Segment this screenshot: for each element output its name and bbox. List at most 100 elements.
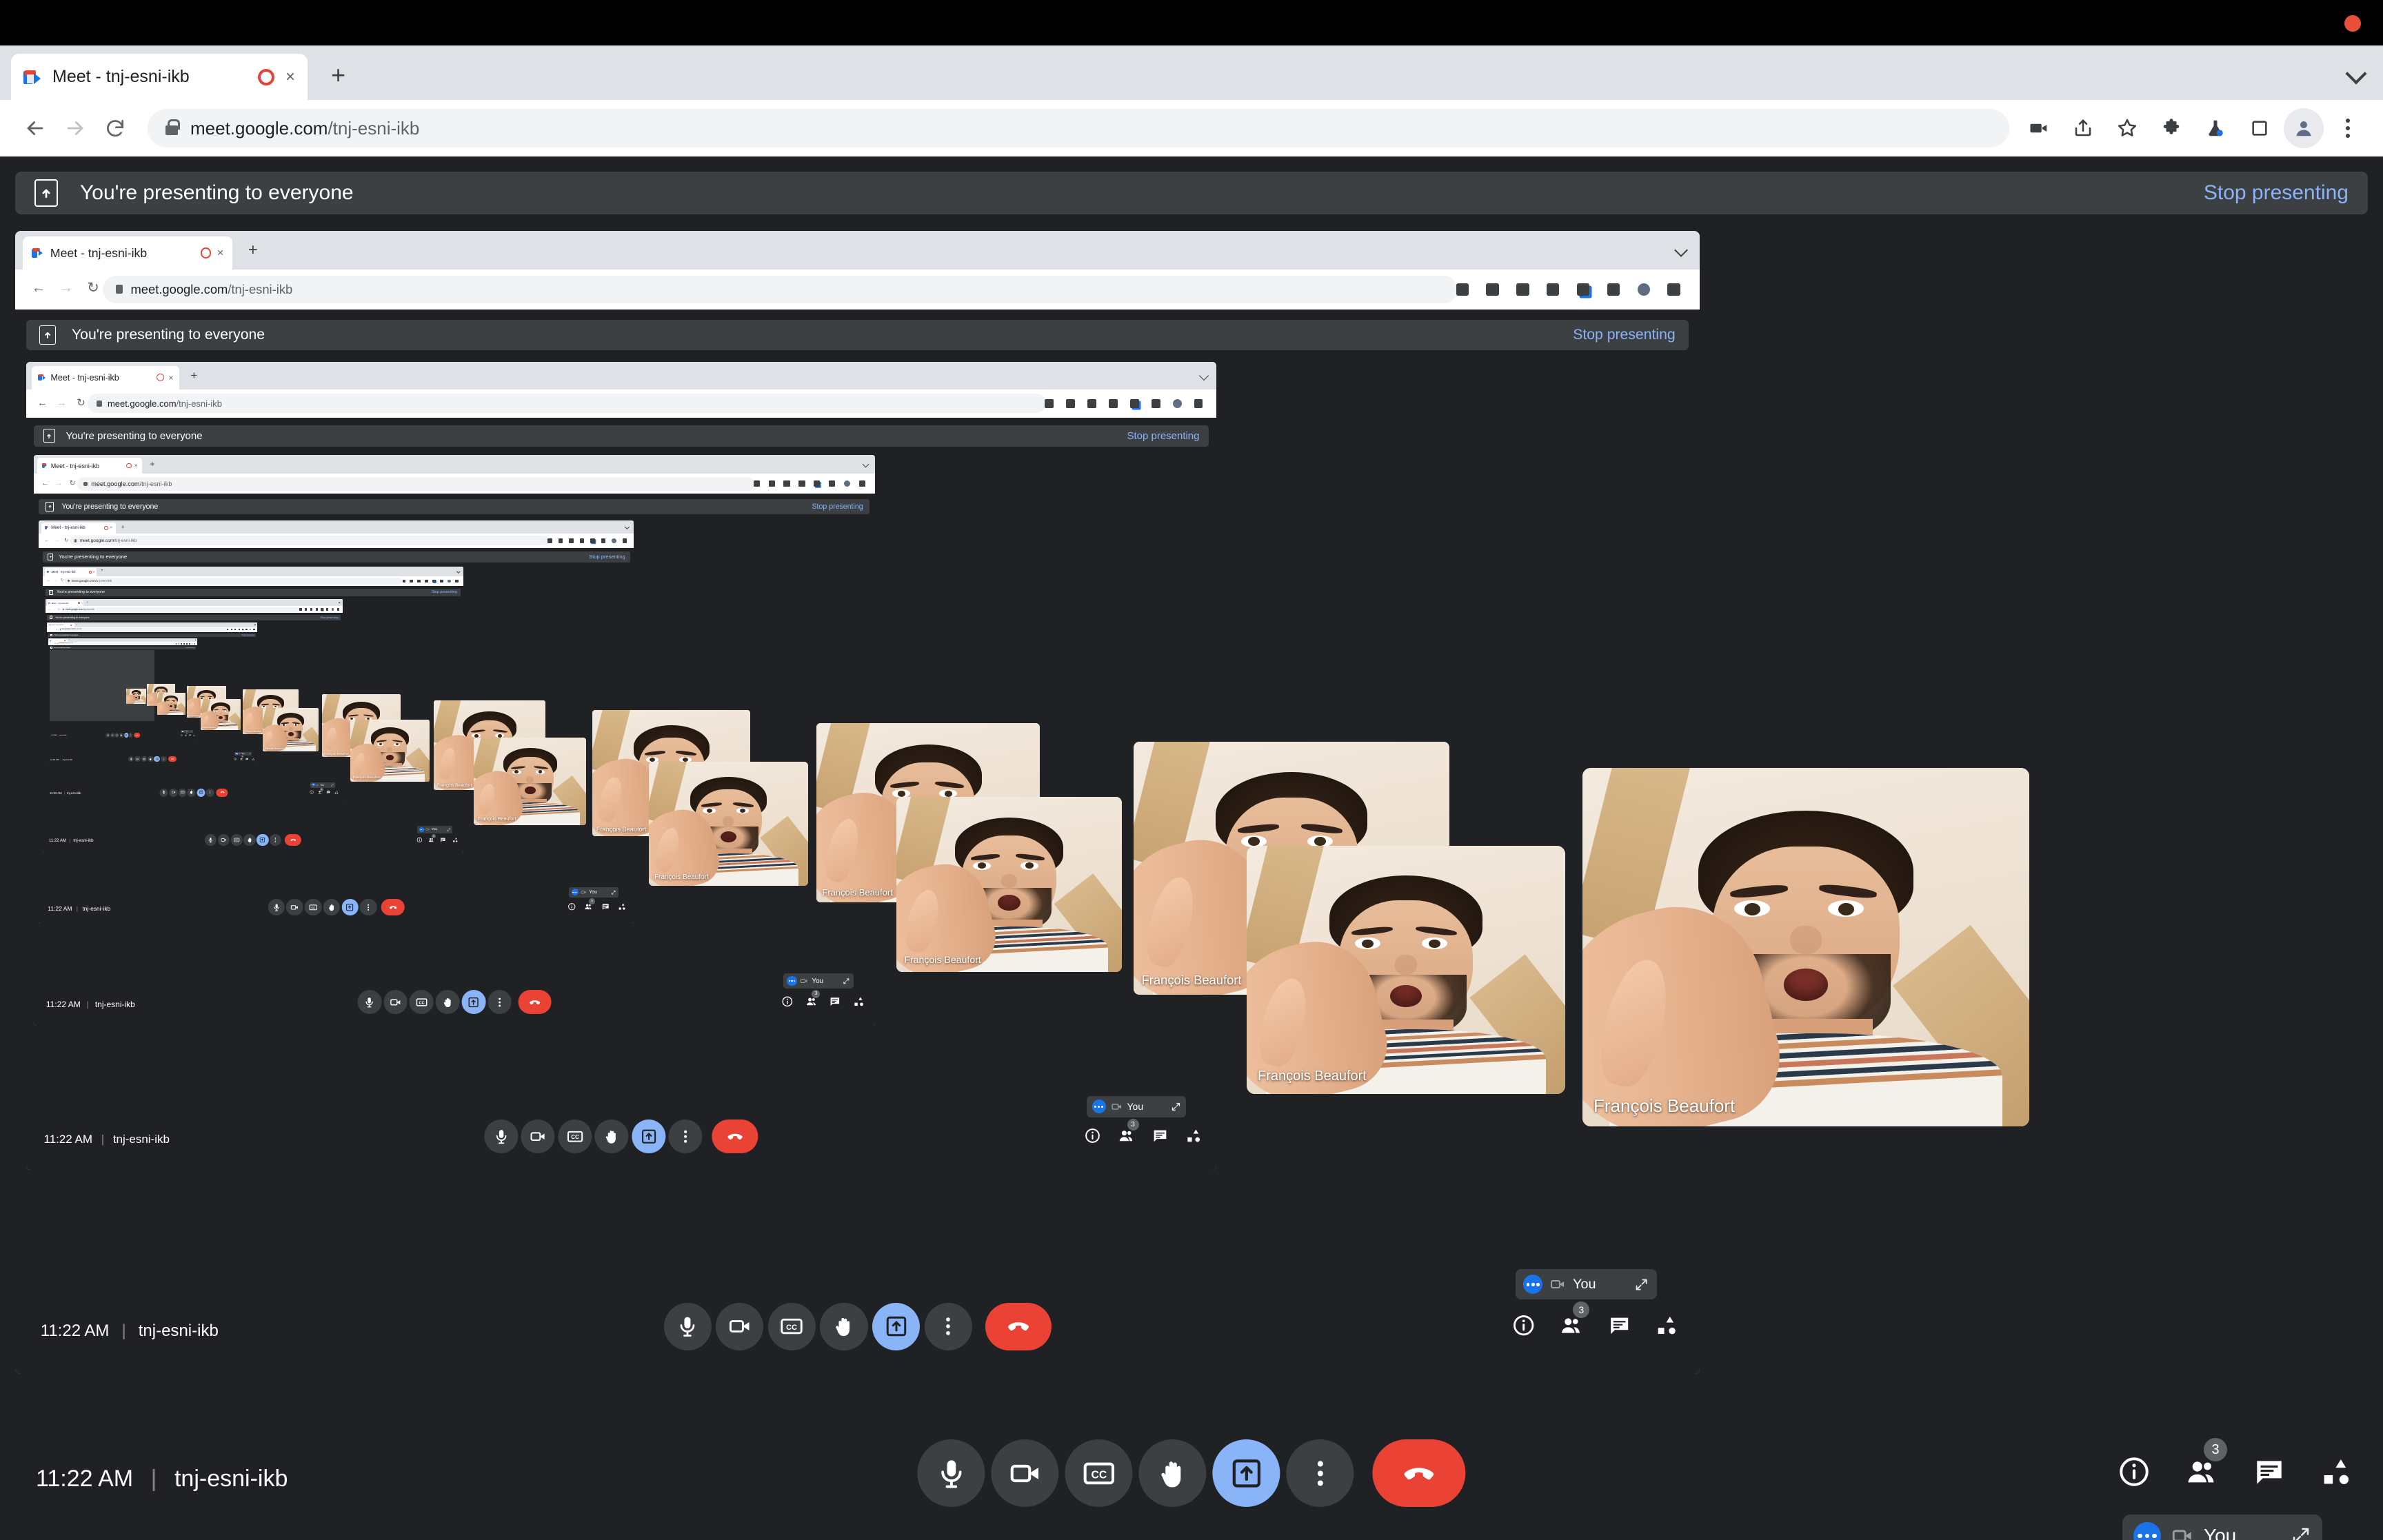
meeting-details-button[interactable] <box>2113 1450 2155 1493</box>
more-options-dots-icon[interactable] <box>787 976 797 986</box>
chevron-down-icon[interactable] <box>456 569 461 574</box>
meeting-details-button[interactable] <box>1509 1310 1539 1341</box>
profile-avatar-icon[interactable] <box>1637 283 1650 296</box>
extensions-puzzle-icon[interactable] <box>1108 398 1118 408</box>
close-icon[interactable]: × <box>93 570 94 574</box>
chevron-down-icon[interactable] <box>1198 371 1209 381</box>
back-arrow-icon[interactable]: ← <box>50 643 51 645</box>
microphone-button[interactable] <box>128 756 134 762</box>
forward-arrow-icon[interactable]: → <box>56 397 68 409</box>
expand-arrows-icon[interactable] <box>843 977 850 985</box>
browser-tab[interactable]: Meet - tnj-esni-ikb × <box>31 366 180 389</box>
back-arrow-icon[interactable]: ← <box>30 280 47 297</box>
camera-button[interactable] <box>286 898 303 916</box>
chat-button[interactable] <box>1605 1310 1635 1341</box>
experiments-flask-icon[interactable] <box>2195 108 2235 148</box>
side-panel-icon[interactable] <box>1607 283 1620 296</box>
chrome-menu-kebab-icon[interactable] <box>455 579 459 583</box>
captions-button[interactable]: CC <box>410 990 434 1015</box>
bookmark-star-icon[interactable] <box>783 480 790 487</box>
more-options-button[interactable] <box>270 833 282 847</box>
present-now-button[interactable] <box>1212 1439 1280 1507</box>
close-icon[interactable]: × <box>66 640 67 641</box>
tab-recording-icon[interactable] <box>257 68 274 85</box>
new-tab-button[interactable]: + <box>150 460 154 468</box>
leave-call-button[interactable] <box>381 898 405 916</box>
side-panel-icon[interactable] <box>440 579 443 583</box>
microphone-button[interactable] <box>357 990 382 1015</box>
activities-button[interactable] <box>852 994 867 1009</box>
chrome-menu-kebab-icon[interactable] <box>1667 283 1680 296</box>
screen-share-camera-icon[interactable] <box>175 643 177 645</box>
screen-share-camera-icon[interactable] <box>1044 398 1054 408</box>
chrome-menu-kebab-icon[interactable] <box>336 608 339 611</box>
browser-tab[interactable]: Meet - tnj-esni-ikb × <box>37 457 143 474</box>
forward-arrow-icon[interactable]: → <box>52 629 54 631</box>
raise-hand-button[interactable] <box>594 1119 629 1154</box>
stop-presenting-button[interactable]: Stop presenting <box>1127 430 1200 442</box>
stop-presenting-button[interactable]: Stop presenting <box>1573 327 1675 343</box>
expand-arrows-icon[interactable] <box>1171 1102 1181 1112</box>
shared-screen-preview[interactable]: Meet - tnj-esni-ikb × + meet.google.com/tnj… <box>15 231 1700 1374</box>
share-icon[interactable] <box>230 629 232 631</box>
captions-button[interactable]: CC <box>304 898 322 916</box>
new-tab-button[interactable]: + <box>121 523 125 529</box>
close-icon[interactable]: × <box>81 602 82 604</box>
more-options-dots-icon[interactable] <box>181 730 183 733</box>
expand-arrows-icon[interactable] <box>191 731 193 732</box>
side-panel-icon[interactable] <box>326 608 329 611</box>
self-view-pill[interactable]: You <box>234 751 252 756</box>
captions-button[interactable]: CC <box>114 733 119 738</box>
chat-button[interactable] <box>189 733 192 736</box>
chevron-down-icon[interactable] <box>625 524 630 530</box>
forward-arrow-icon[interactable]: → <box>52 608 56 611</box>
expand-arrows-icon[interactable] <box>2291 1526 2311 1540</box>
profile-avatar-icon[interactable] <box>1172 398 1182 408</box>
share-icon[interactable] <box>558 538 563 543</box>
activities-button[interactable] <box>1183 1125 1205 1146</box>
meeting-details-button[interactable] <box>234 757 237 760</box>
experiments-flask-icon[interactable] <box>241 629 244 631</box>
expand-arrows-icon[interactable] <box>331 784 334 787</box>
stop-presenting-button[interactable]: Stop presenting <box>2204 181 2349 205</box>
camera-off-icon[interactable] <box>1549 1276 1566 1293</box>
more-options-dots-icon[interactable] <box>1092 1100 1106 1114</box>
bookmark-star-icon[interactable] <box>181 643 182 645</box>
camera-off-icon[interactable] <box>316 784 319 787</box>
camera-button[interactable] <box>521 1119 555 1154</box>
participants-button[interactable]: 3 <box>803 989 821 1009</box>
chat-button[interactable] <box>245 757 249 760</box>
address-bar[interactable]: meet.google.com/tnj-esni-ikb <box>61 607 300 612</box>
profile-avatar-icon[interactable] <box>448 579 451 583</box>
bookmark-star-icon[interactable] <box>2107 108 2147 148</box>
activities-button[interactable] <box>1652 1310 1682 1341</box>
address-bar[interactable]: meet.google.com/tnj-esni-ikb <box>56 642 176 645</box>
self-view-pill[interactable]: You <box>1086 1095 1187 1117</box>
bookmark-star-icon[interactable] <box>1087 398 1096 408</box>
browser-tab[interactable]: Meet - tnj-esni-ikb × <box>23 236 233 270</box>
more-options-button[interactable] <box>160 756 167 762</box>
new-tab-button[interactable]: + <box>248 241 258 258</box>
camera-off-icon[interactable] <box>2171 1524 2194 1540</box>
tab-recording-icon[interactable] <box>200 247 212 259</box>
experiments-flask-icon[interactable] <box>1129 398 1139 408</box>
present-now-button[interactable] <box>461 990 486 1015</box>
microphone-button[interactable] <box>268 898 285 916</box>
participants-button[interactable]: 3 <box>185 733 188 736</box>
meeting-details-button[interactable] <box>566 902 576 912</box>
side-panel-icon[interactable] <box>829 480 836 487</box>
reload-icon[interactable]: ↻ <box>68 479 77 488</box>
leave-call-button[interactable] <box>985 1302 1052 1351</box>
profile-avatar-icon[interactable] <box>249 629 252 631</box>
screen-share-camera-icon[interactable] <box>547 538 552 543</box>
chevron-down-icon[interactable] <box>2345 63 2367 85</box>
tab-recording-icon[interactable] <box>157 374 165 382</box>
participants-button[interactable]: 3 <box>1556 1301 1590 1341</box>
chrome-menu-kebab-icon[interactable] <box>2328 108 2368 148</box>
stop-presenting-button[interactable]: Stop presenting <box>812 503 863 511</box>
more-options-dots-icon[interactable] <box>1523 1275 1543 1295</box>
share-icon[interactable] <box>1065 398 1075 408</box>
reload-icon[interactable] <box>95 108 135 148</box>
back-arrow-icon[interactable]: ← <box>44 537 50 544</box>
share-icon[interactable] <box>768 480 775 487</box>
